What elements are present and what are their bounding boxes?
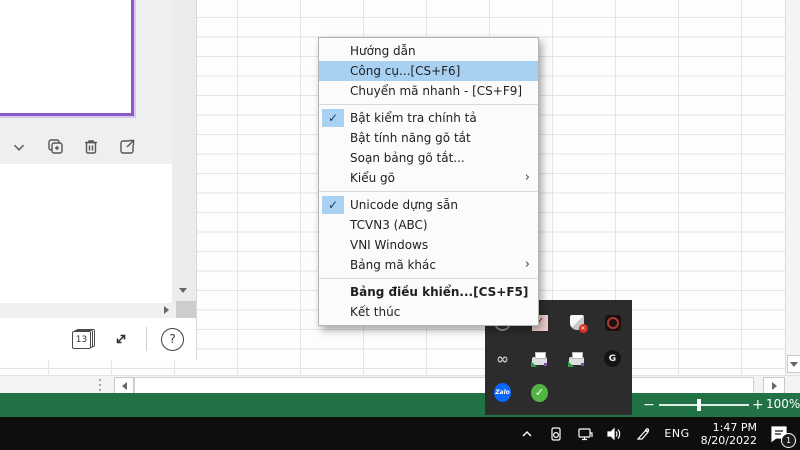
submenu-arrow-icon: › [525,255,530,275]
excel-vertical-scrollbar[interactable] [785,0,800,375]
help-button[interactable]: ? [161,328,184,351]
panel-vertical-scrollbar[interactable] [172,0,196,303]
action-center-button[interactable]: 1 [766,422,792,446]
chevron-down-icon[interactable] [8,136,30,158]
unikey-context-menu: Hướng dẫn Công cụ...[CS+F6] Chuyển mã nh… [318,37,539,326]
clock-time: 1:47 PM [701,421,757,434]
show-hidden-icons-chevron[interactable] [517,422,537,446]
panel-scroll-down-icon[interactable] [179,288,187,293]
zoom-level-label[interactable]: 100% [766,397,800,411]
menu-item-bat-kiem-tra-chinh-ta[interactable]: ✓ Bật kiểm tra chính tả [319,108,538,128]
menu-separator [319,278,538,279]
taskbar-clock[interactable]: 1:47 PM 8/20/2022 [701,421,757,447]
triangle-right-icon [772,382,777,390]
menu-item-huong-dan[interactable]: Hướng dẫn [319,41,538,61]
language-indicator[interactable]: ENG [662,427,691,440]
windows-security-icon[interactable]: ✕ [568,314,585,331]
clock-date: 8/20/2022 [701,434,757,447]
scroll-left-button[interactable] [114,377,134,394]
menu-item-kieu-go[interactable]: Kiểu gõ › [319,168,538,188]
volume-icon[interactable] [604,422,624,446]
menu-item-ket-thuc[interactable]: Kết thúc [319,302,538,322]
left-app-panel: 13 ? [0,0,197,360]
menu-item-bang-ma-khac[interactable]: Bảng mã khác › [319,255,538,275]
scroll-down-button[interactable] [787,355,800,373]
network-icon[interactable] [575,422,595,446]
panel-scroll-right-icon[interactable] [164,306,169,314]
printer-tray-icon[interactable] [531,350,548,367]
antivirus-ok-icon[interactable]: ✓ [531,384,548,401]
menu-item-tcvn3[interactable]: TCVN3 (ABC) [319,215,538,235]
panel-scroll-corner[interactable] [176,301,196,318]
horizontal-scroll-thumb[interactable] [134,377,754,394]
notification-count-badge: 1 [781,433,796,448]
scroll-right-button[interactable] [763,377,785,394]
zoom-in-button[interactable]: + [752,396,764,414]
windows-ink-pen-icon[interactable] [633,422,653,446]
menu-item-soan-bang-go-tat[interactable]: Soạn bảng gõ tắt... [319,148,538,168]
duplicate-page-button[interactable] [44,136,66,158]
radeon-software-icon[interactable] [604,314,621,331]
fullscreen-expand-button[interactable] [110,328,132,350]
desktop-screen: − + 100% [0,0,800,450]
triangle-down-icon [790,362,798,367]
menu-item-bat-tinh-nang-go-tat[interactable]: Bật tính năng gõ tắt [319,128,538,148]
page-count-button[interactable]: 13 [72,328,96,350]
checkmark-icon: ✓ [322,196,344,214]
zoom-slider-thumb[interactable] [697,399,701,411]
page-count-label: 13 [72,331,91,349]
share-export-button[interactable] [116,136,138,158]
menu-item-cong-cu[interactable]: Công cụ...[CS+F6] [319,61,538,81]
menu-separator [319,191,538,192]
sheet-splitter-grip[interactable] [97,379,103,391]
windows-taskbar: ENG 1:47 PM 8/20/2022 1 [0,417,800,450]
logitech-g-icon[interactable]: G [604,350,621,367]
panel-bottom-bar: 13 ? [0,318,196,360]
excel-horizontal-scrollbar[interactable] [0,375,800,394]
submenu-arrow-icon: › [525,168,530,188]
zalo-tray-icon[interactable]: Zalo [494,384,511,401]
menu-item-chuyen-ma-nhanh[interactable]: Chuyển mã nhanh - [CS+F9] [319,81,538,101]
toolbar-divider [146,327,147,351]
menu-item-unicode-dung-san[interactable]: ✓ Unicode dựng sẵn [319,195,538,215]
panel-content-page [0,164,172,303]
menu-item-vni-windows[interactable]: VNI Windows [319,235,538,255]
panel-toolbar [0,131,172,163]
creative-cloud-icon[interactable]: ∞ [494,350,511,367]
menu-separator [319,104,538,105]
menu-item-bang-dieu-khien[interactable]: Bảng điều khiển...[CS+F5] [319,282,538,302]
excel-status-bar: − + 100% [0,393,800,417]
zoom-slider-track[interactable] [659,404,749,406]
selected-page-thumbnail[interactable] [0,0,134,116]
printer-tray-icon-2[interactable] [568,350,585,367]
triangle-left-icon [122,382,127,390]
checkmark-icon: ✓ [322,109,344,127]
zoom-out-button[interactable]: − [643,396,655,414]
delete-page-button[interactable] [80,136,102,158]
security-alert-badge: ✕ [579,324,588,333]
phone-link-icon[interactable] [546,422,566,446]
